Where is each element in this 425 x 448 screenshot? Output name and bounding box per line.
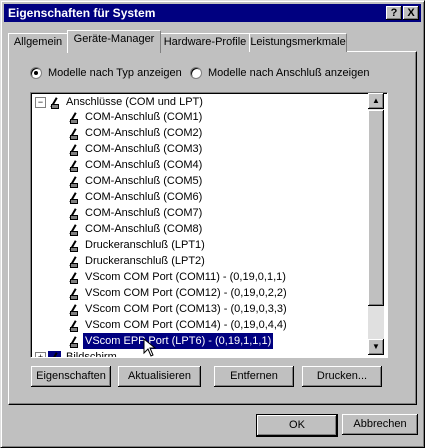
radio-by-type-label: Modelle nach Typ anzeigen: [48, 67, 182, 79]
device-tree[interactable]: − Anschlüsse (COM und LPT) COM-Anschluß …: [30, 92, 388, 358]
tree-item[interactable]: COM-Anschluß (COM1): [67, 109, 204, 125]
tree-item-label: COM-Anschluß (COM8): [85, 223, 203, 235]
tree-item-label: Druckeranschluß (LPT2): [85, 255, 205, 267]
tab-performance[interactable]: Leistungsmerkmale: [249, 33, 347, 52]
port-icon: [67, 191, 80, 204]
printer-port-icon: [67, 255, 80, 268]
tree-item[interactable]: VScom COM Port (COM13) - (0,19,0,3,3): [67, 301, 289, 317]
tree-item-selected[interactable]: VScom EPP Port (LPT6) - (0,19,1,1,1): [67, 332, 275, 350]
radio-by-connection[interactable]: Modelle nach Anschluß anzeigen: [190, 67, 369, 79]
ok-button[interactable]: OK: [256, 414, 338, 437]
scroll-up-icon[interactable]: ▲: [368, 93, 384, 109]
monitor-icon: [48, 350, 61, 357]
scroll-thumb[interactable]: [368, 110, 384, 306]
tree-item-label: VScom COM Port (COM14) - (0,19,0,4,4): [85, 319, 287, 331]
port-icon: [67, 223, 80, 236]
title-bar: Eigenschaften für System ? X: [4, 4, 421, 22]
port-icon: [67, 159, 80, 172]
tree-item-label: VScom COM Port (COM11) - (0,19,0,1,1): [85, 271, 286, 283]
port-icon: [67, 143, 80, 156]
tree-item[interactable]: VScom COM Port (COM12) - (0,19,0,2,2): [67, 285, 289, 301]
radio-selected-icon: [30, 67, 42, 79]
tree-item-label: COM-Anschluß (COM1): [85, 111, 203, 123]
radio-by-connection-label: Modelle nach Anschluß anzeigen: [208, 67, 370, 79]
tree-item-label: VScom COM Port (COM13) - (0,19,0,3,3): [85, 303, 287, 315]
mouse-cursor-icon: [143, 338, 157, 357]
tree-item-label: VScom EPP Port (LPT6) - (0,19,1,1,1): [81, 332, 275, 350]
tree-item[interactable]: COM-Anschluß (COM8): [67, 221, 204, 237]
tree-scrollbar[interactable]: ▲ ▼: [368, 93, 384, 355]
printer-port-icon: [67, 239, 80, 252]
port-icon: [67, 175, 80, 188]
tree-item[interactable]: Druckeranschluß (LPT2): [67, 253, 207, 269]
port-icon: [67, 111, 80, 124]
port-icon: [67, 207, 80, 220]
refresh-button[interactable]: Aktualisieren: [118, 366, 201, 387]
port-icon: [67, 287, 80, 300]
tree-item-label: COM-Anschluß (COM4): [85, 159, 203, 171]
tree-item-label: COM-Anschluß (COM7): [85, 207, 203, 219]
tree-item[interactable]: COM-Anschluß (COM6): [67, 189, 204, 205]
expand-icon[interactable]: +: [35, 351, 46, 357]
tree-item[interactable]: COM-Anschluß (COM4): [67, 157, 204, 173]
tree-item-label: Bildschirm: [66, 351, 117, 358]
tree-item[interactable]: VScom COM Port (COM11) - (0,19,0,1,1): [67, 269, 288, 285]
tree-item-label: Druckeranschluß (LPT1): [85, 239, 205, 251]
close-button[interactable]: X: [403, 6, 419, 20]
cancel-button[interactable]: Abbrechen: [342, 414, 418, 435]
collapse-icon[interactable]: −: [35, 96, 46, 108]
tree-root-ports[interactable]: − Anschlüsse (COM und LPT): [35, 94, 205, 110]
port-icon: [67, 271, 80, 284]
radio-by-type[interactable]: Modelle nach Typ anzeigen: [30, 67, 182, 79]
tree-item[interactable]: Druckeranschluß (LPT1): [67, 237, 207, 253]
tree-item[interactable]: COM-Anschluß (COM5): [67, 173, 204, 189]
tree-item[interactable]: VScom COM Port (COM14) - (0,19,0,4,4): [67, 317, 289, 333]
tab-device-manager[interactable]: Geräte-Manager: [67, 30, 161, 53]
print-button[interactable]: Drucken...: [302, 366, 382, 387]
tab-general[interactable]: Allgemein: [8, 33, 68, 52]
tab-hardware-profiles[interactable]: Hardware-Profile: [160, 33, 250, 52]
tree-item-label: COM-Anschluß (COM5): [85, 175, 203, 187]
tree-item[interactable]: COM-Anschluß (COM2): [67, 125, 204, 141]
remove-button[interactable]: Entfernen: [214, 366, 294, 387]
tree-item-label: COM-Anschluß (COM2): [85, 127, 203, 139]
help-button[interactable]: ?: [386, 6, 402, 20]
port-icon: [67, 335, 80, 348]
tree-group-display[interactable]: + Bildschirm: [35, 349, 119, 358]
port-icon: [67, 303, 80, 316]
tree-item[interactable]: COM-Anschluß (COM3): [67, 141, 204, 157]
tree-item-label: COM-Anschluß (COM6): [85, 191, 203, 203]
tree-item-label: COM-Anschluß (COM3): [85, 143, 203, 155]
port-icon: [48, 96, 61, 109]
port-icon: [67, 319, 80, 332]
tree-item-label: VScom COM Port (COM12) - (0,19,0,2,2): [85, 287, 287, 299]
tree-item-label: Anschlüsse (COM und LPT): [66, 96, 203, 108]
window-title: Eigenschaften für System: [8, 6, 156, 20]
properties-button[interactable]: Eigenschaften: [31, 366, 111, 387]
port-icon: [67, 127, 80, 140]
tree-item[interactable]: COM-Anschluß (COM7): [67, 205, 204, 221]
radio-unselected-icon: [190, 67, 202, 79]
scroll-down-icon[interactable]: ▼: [368, 339, 384, 355]
